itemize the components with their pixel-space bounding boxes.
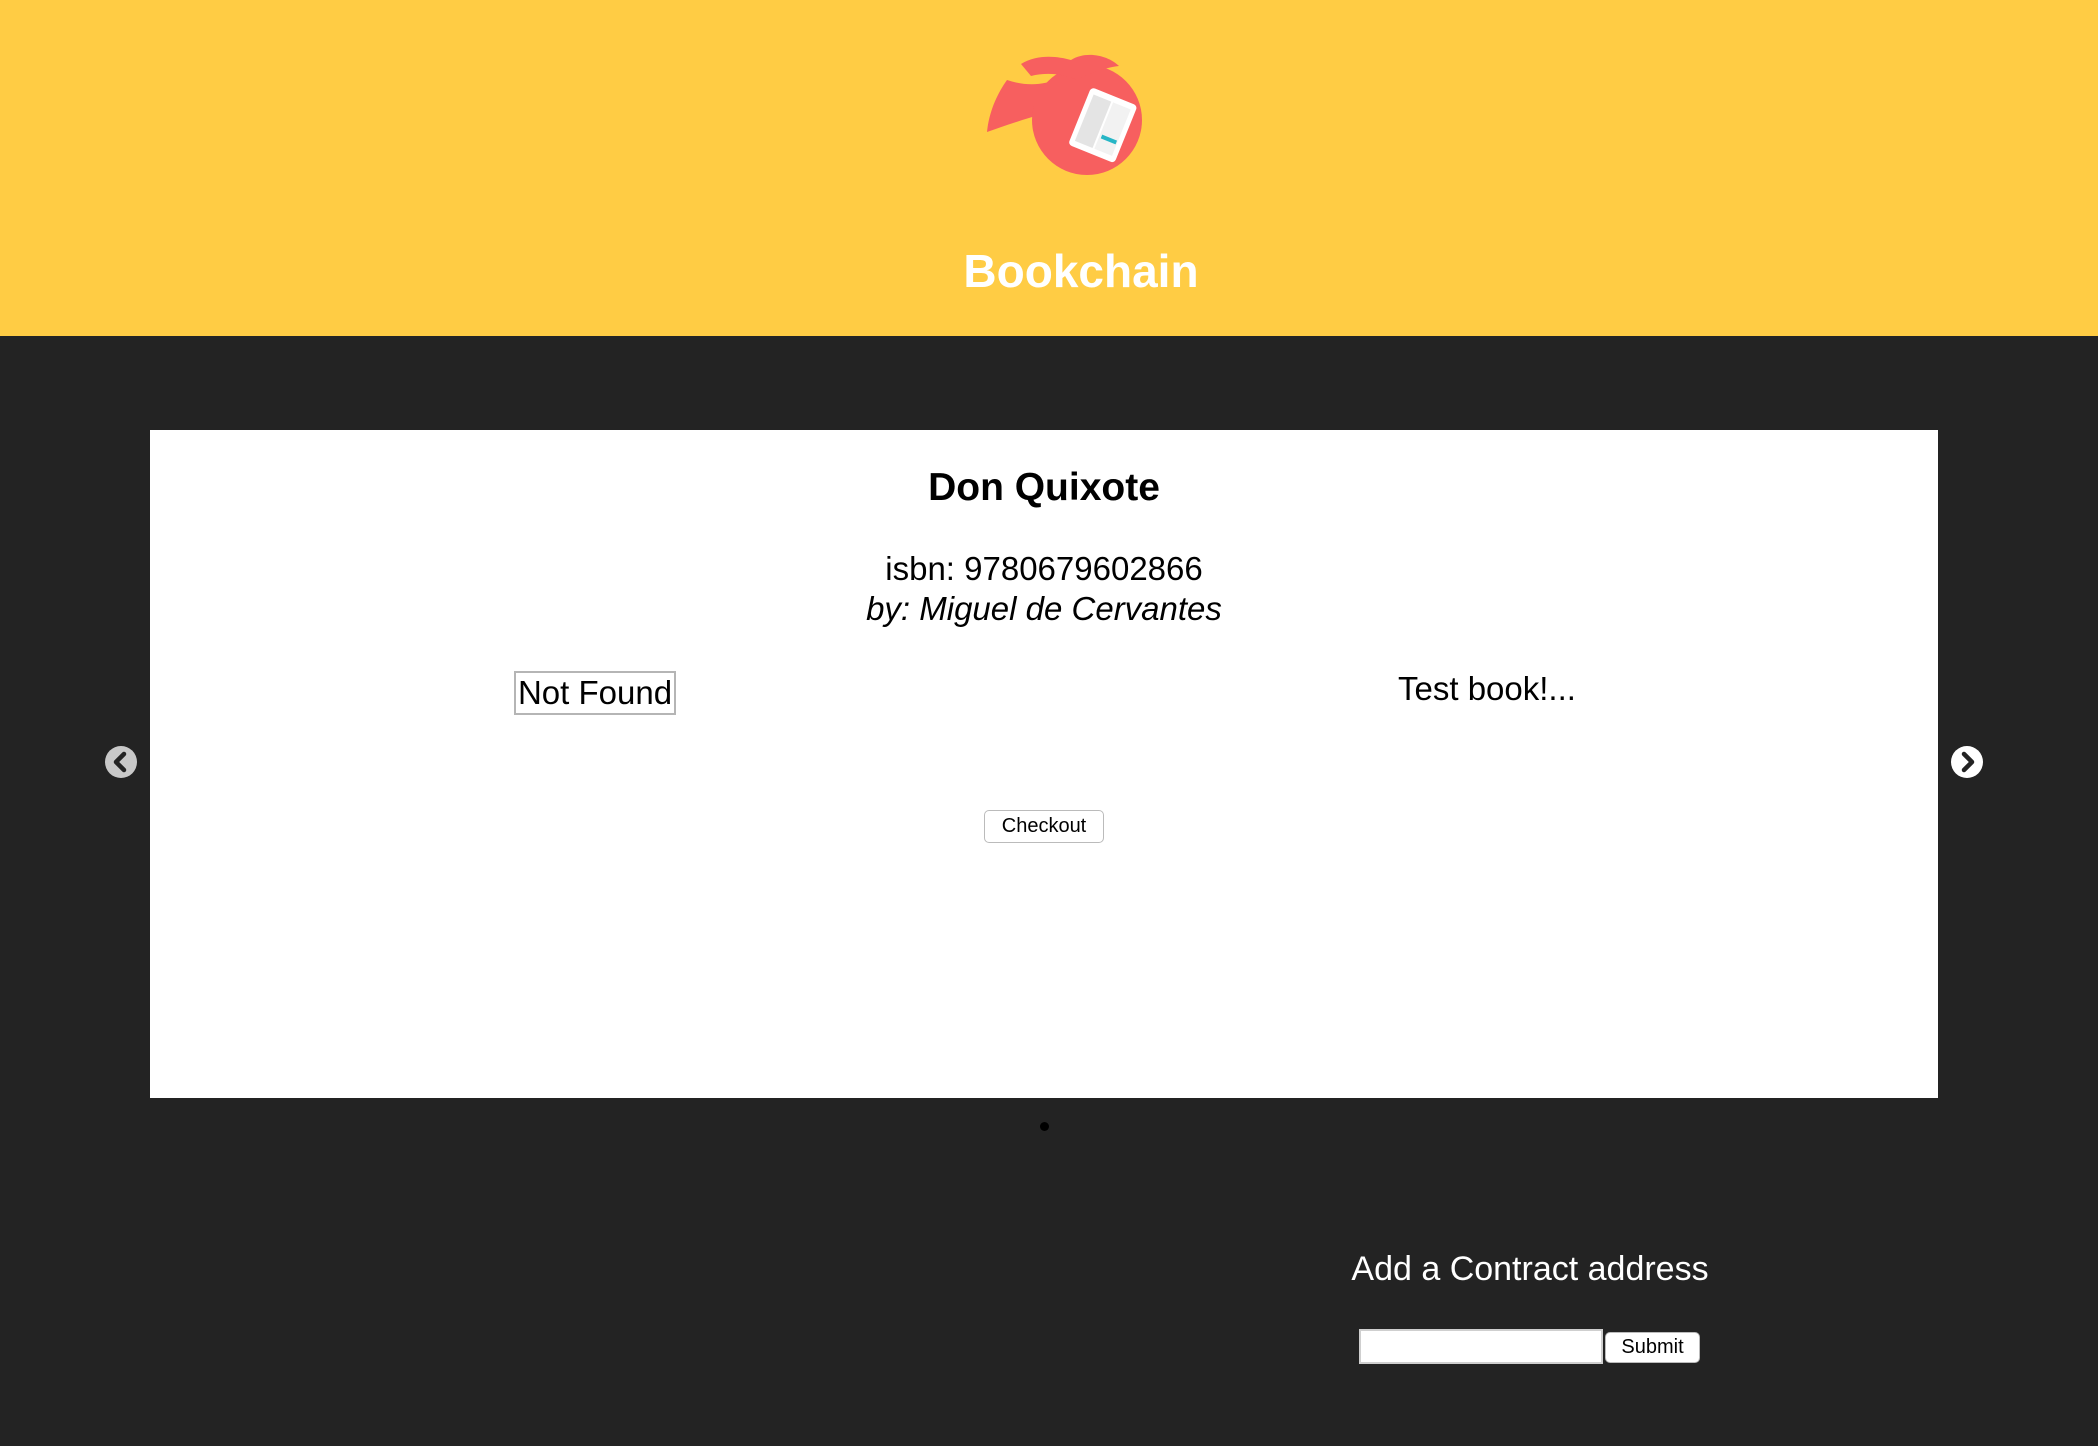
person-reading-book-icon xyxy=(985,50,1155,185)
book-author: by: Miguel de Cervantes xyxy=(866,590,1222,627)
submit-button[interactable]: Submit xyxy=(1605,1332,1700,1363)
site-header: Bookchain xyxy=(0,0,2098,336)
site-title: Bookchain xyxy=(963,245,1199,297)
book-cover-image: Not Found xyxy=(514,671,676,715)
contract-address-input[interactable] xyxy=(1359,1329,1603,1364)
carousel-prev-button[interactable] xyxy=(105,746,137,778)
chevron-right-circle-icon xyxy=(1951,746,1983,778)
book-isbn: isbn: 9780679602866 xyxy=(885,550,1203,587)
carousel-dot-active[interactable] xyxy=(1040,1122,1049,1131)
contract-form-heading: Add a Contract address xyxy=(1351,1250,1709,1288)
chevron-left-circle-icon xyxy=(105,746,137,778)
book-description: Test book!... xyxy=(1398,670,1576,707)
book-title: Don Quixote xyxy=(928,466,1160,509)
carousel-next-button[interactable] xyxy=(1951,746,1983,778)
checkout-button[interactable]: Checkout xyxy=(984,810,1104,843)
book-card: Don Quixote isbn: 9780679602866 by: Migu… xyxy=(150,430,1938,1098)
